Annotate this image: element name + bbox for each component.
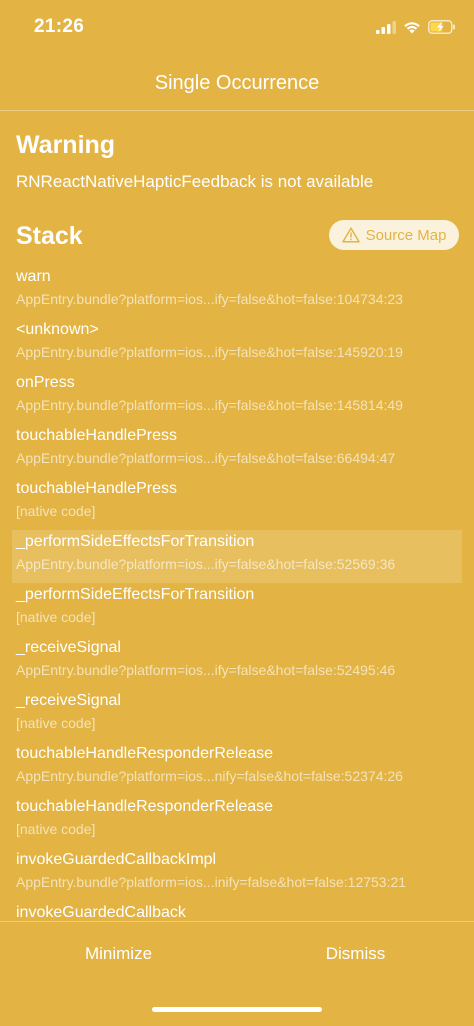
warning-heading: Warning: [16, 131, 116, 159]
frame-name: _receiveSignal: [16, 639, 121, 656]
stack-heading: Stack: [16, 222, 83, 250]
frame-name: _performSideEffectsForTransition: [16, 533, 255, 550]
stack-frame[interactable]: touchableHandleResponderRelease [native …: [0, 795, 474, 848]
stack-frames: warn AppEntry.bundle?platform=ios...ify=…: [0, 265, 474, 921]
frame-location: AppEntry.bundle?platform=ios...inify=fal…: [16, 874, 407, 890]
stack-frame[interactable]: _performSideEffectsForTransition [native…: [0, 583, 474, 636]
frame-name: touchableHandlePress: [16, 427, 177, 444]
stack-frame[interactable]: invokeGuardedCallback: [0, 901, 474, 921]
signal-icon: [376, 20, 396, 34]
dismiss-button[interactable]: Dismiss: [237, 922, 474, 986]
frame-location: AppEntry.bundle?platform=ios...ify=false…: [16, 450, 396, 466]
frame-name: touchableHandleResponderRelease: [16, 798, 274, 815]
status-time: 21:26: [34, 16, 85, 37]
frame-name: <unknown>: [16, 321, 99, 338]
wifi-icon: [404, 21, 420, 33]
stack-frame-highlighted[interactable]: _performSideEffectsForTransition AppEntr…: [12, 530, 462, 583]
battery-charging-icon: [428, 20, 455, 34]
stack-frame[interactable]: onPress AppEntry.bundle?platform=ios...i…: [0, 371, 474, 424]
frame-name: onPress: [16, 374, 75, 391]
frame-name: touchableHandleResponderRelease: [16, 745, 274, 762]
frame-location: AppEntry.bundle?platform=ios...ify=false…: [16, 291, 403, 307]
nav-bar: Single Occurrence: [0, 58, 474, 111]
frame-location: [native code]: [16, 715, 96, 731]
log-box-content[interactable]: Warning RNReactNativeHapticFeedback is n…: [0, 111, 474, 921]
frame-name: _performSideEffectsForTransition: [16, 586, 255, 603]
frame-location: [native code]: [16, 609, 96, 625]
stack-frame[interactable]: touchableHandlePress [native code]: [0, 477, 474, 530]
frame-location: AppEntry.bundle?platform=ios...ify=false…: [16, 344, 403, 360]
source-map-label: Source Map: [365, 226, 447, 244]
page-title: Single Occurrence: [154, 72, 320, 94]
frame-location: AppEntry.bundle?platform=ios...ify=false…: [16, 397, 403, 413]
source-map-button[interactable]: Source Map: [329, 220, 459, 250]
frame-name: warn: [16, 268, 51, 285]
frame-location: [native code]: [16, 503, 96, 519]
bottom-action-bar: Minimize Dismiss: [0, 921, 474, 986]
stack-frame[interactable]: <unknown> AppEntry.bundle?platform=ios..…: [0, 318, 474, 371]
stack-frame[interactable]: _receiveSignal AppEntry.bundle?platform=…: [0, 636, 474, 689]
warning-message: RNReactNativeHapticFeedback is not avail…: [16, 172, 374, 191]
frame-location: AppEntry.bundle?platform=ios...ify=false…: [16, 662, 396, 678]
status-icons: [376, 20, 456, 34]
status-bar: 21:26: [0, 0, 474, 58]
frame-location: AppEntry.bundle?platform=ios...ify=false…: [16, 556, 396, 572]
frame-name: invokeGuardedCallbackImpl: [16, 851, 217, 868]
stack-frame[interactable]: invokeGuardedCallbackImpl AppEntry.bundl…: [0, 848, 474, 901]
minimize-button[interactable]: Minimize: [0, 922, 237, 986]
stack-frame[interactable]: touchableHandleResponderRelease AppEntry…: [0, 742, 474, 795]
home-indicator: [152, 1007, 322, 1012]
frame-name: _receiveSignal: [16, 692, 121, 709]
frame-location: AppEntry.bundle?platform=ios...nify=fals…: [16, 768, 403, 784]
stack-frame[interactable]: _receiveSignal [native code]: [0, 689, 474, 742]
warning-triangle-icon: [341, 227, 360, 243]
stack-frame[interactable]: touchableHandlePress AppEntry.bundle?pla…: [0, 424, 474, 477]
frame-name: touchableHandlePress: [16, 480, 177, 497]
stack-frame[interactable]: warn AppEntry.bundle?platform=ios...ify=…: [0, 265, 474, 318]
frame-location: [native code]: [16, 821, 96, 837]
frame-name: invokeGuardedCallback: [16, 904, 186, 921]
